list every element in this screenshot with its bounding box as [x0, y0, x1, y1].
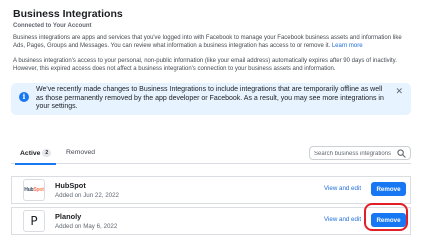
integration-date: Added on Jun 22, 2022: [55, 192, 119, 199]
notice-text: We've recently made changes to Business …: [36, 86, 384, 110]
remove-button[interactable]: Remove: [371, 182, 406, 196]
integration-date: Added on May 6, 2022: [55, 223, 118, 230]
search-icon[interactable]: [397, 149, 406, 158]
tab-active[interactable]: Active 2: [14, 149, 57, 165]
expiry-note: A business integration's access to your …: [13, 58, 397, 73]
integration-row-hubspot: HubSpot HubSpot Added on Jun 22, 2022 Vi…: [11, 176, 411, 204]
tab-removed[interactable]: Removed: [66, 149, 95, 156]
tab-active-count: 2: [42, 149, 52, 157]
view-and-edit-link[interactable]: View and edit: [324, 185, 361, 192]
info-icon: i: [19, 92, 29, 102]
info-notice: i We've recently made changes to Busines…: [11, 83, 411, 115]
page-subtitle: Connected to Your Account: [13, 23, 92, 29]
tab-active-label: Active: [20, 150, 41, 157]
intro-paragraph: Business integrations are apps and servi…: [13, 34, 411, 51]
search-input[interactable]: [314, 148, 396, 159]
close-icon[interactable]: ✕: [395, 87, 403, 97]
planoly-logo: P: [23, 210, 45, 232]
hubspot-logo: HubSpot: [23, 179, 45, 201]
highlight-ring: [364, 203, 408, 231]
integration-name: HubSpot: [55, 181, 86, 190]
view-and-edit-link[interactable]: View and edit: [324, 216, 361, 223]
integration-row-planoly: P Planoly Added on May 6, 2022 View and …: [11, 207, 411, 235]
integration-name: Planoly: [55, 212, 82, 221]
search-box[interactable]: [309, 146, 411, 160]
learn-more-link[interactable]: Learn more: [332, 43, 363, 49]
page-title: Business Integrations: [13, 8, 123, 20]
